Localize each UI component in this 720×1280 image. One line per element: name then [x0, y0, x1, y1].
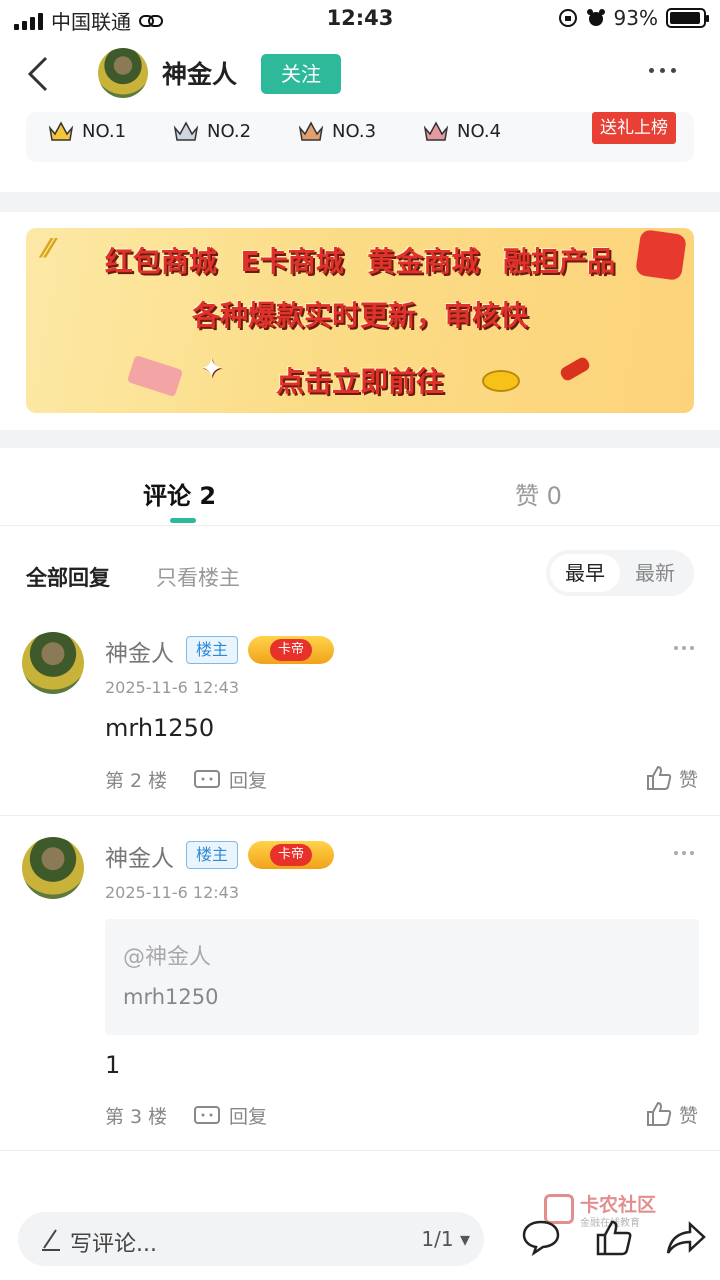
quoted-comment[interactable]: @神金人 mrh1250 [105, 919, 699, 1035]
comment-icon[interactable] [520, 1218, 562, 1256]
quoted-author: @神金人 [123, 945, 212, 970]
comment-text: 1 [105, 1051, 121, 1079]
divider [0, 430, 720, 448]
comment-bubble-icon [194, 769, 220, 788]
level-badge: 卡帝 [248, 841, 334, 869]
quoted-text: mrh1250 [123, 985, 219, 1009]
avatar[interactable] [98, 48, 148, 98]
comment-time: 2025-11-6 12:43 [105, 883, 239, 902]
tab-comments[interactable]: 评论 2 [143, 476, 216, 511]
banner-line-2: 各种爆款实时更新，审核快 [191, 299, 528, 332]
comment-more-icon[interactable] [674, 646, 694, 650]
owner-badge: 楼主 [186, 636, 238, 664]
rank-item-2: NO.2 [173, 120, 251, 142]
filter-all-replies[interactable]: 全部回复 [26, 562, 110, 592]
comment-item: 神金人 楼主 卡帝 2025-11-6 12:43 mrh1250 第 2 楼 … [0, 632, 720, 812]
gift-ranking: NO.1 NO.2 NO.3 NO.4 送礼上榜 [26, 112, 694, 162]
thumbs-up-icon [646, 765, 672, 790]
write-comment-input[interactable]: 写评论... 1/1 ▾ [18, 1212, 484, 1266]
level-badge: 卡帝 [248, 636, 334, 664]
crown-icon [423, 121, 449, 141]
rank-item-3: NO.3 [298, 120, 376, 142]
crown-icon [173, 121, 199, 141]
avatar[interactable] [22, 632, 84, 694]
divider [0, 1150, 720, 1151]
rank-item-1: NO.1 [48, 120, 126, 142]
page-selector[interactable]: 1/1 ▾ [421, 1227, 470, 1251]
status-bar: 中国联通 12:43 93% [0, 0, 720, 36]
coin-icon [482, 370, 520, 392]
share-icon[interactable] [664, 1218, 708, 1258]
pen-icon [42, 1229, 60, 1251]
divider [0, 815, 720, 816]
more-options-icon[interactable] [649, 68, 676, 73]
comment-more-icon[interactable] [674, 851, 694, 855]
bottom-bar: 写评论... 1/1 ▾ [0, 1200, 720, 1280]
like-button[interactable]: 赞 [645, 1100, 698, 1128]
write-comment-placeholder: 写评论... [70, 1232, 157, 1257]
reply-button[interactable]: 回复 [193, 1102, 267, 1129]
thumbs-up-icon [646, 1101, 672, 1126]
gift-button[interactable]: 送礼上榜 [592, 112, 676, 144]
floor-number: 第 3 楼 [105, 1106, 168, 1128]
comment-author[interactable]: 神金人 [105, 839, 174, 873]
sort-earliest-button[interactable]: 最早 [550, 554, 620, 592]
tab-likes[interactable]: 赞 0 [515, 476, 562, 511]
post-header: 神金人 关注 [0, 40, 720, 110]
reply-button[interactable]: 回复 [193, 766, 267, 793]
avatar[interactable] [22, 837, 84, 899]
sort-latest-button[interactable]: 最新 [620, 554, 690, 592]
follow-button[interactable]: 关注 [261, 54, 341, 94]
filter-owner-only[interactable]: 只看楼主 [156, 562, 240, 592]
divider [0, 192, 720, 212]
tab-bar: 评论 2 赞 0 [0, 448, 720, 526]
sort-toggle: 最早 最新 [546, 550, 694, 596]
crown-icon [48, 121, 74, 141]
filter-row: 全部回复 只看楼主 最早 最新 [0, 550, 720, 598]
battery-icon [666, 8, 709, 28]
battery-percent: 93% [613, 6, 658, 30]
comment-text: mrh1250 [105, 714, 215, 742]
crown-icon [298, 121, 324, 141]
floor-number: 第 2 楼 [105, 770, 168, 792]
promo-banner[interactable]: ⁄⁄ 红包商城 E卡商城 黄金商城 融担产品 各种爆款实时更新，审核快 ✦ 点击… [26, 228, 694, 413]
like-icon[interactable] [594, 1218, 634, 1258]
alarm-icon [586, 9, 605, 26]
comment-author[interactable]: 神金人 [105, 634, 174, 668]
owner-badge: 楼主 [186, 841, 238, 869]
rotation-lock-icon [558, 9, 577, 27]
comment-time: 2025-11-6 12:43 [105, 678, 239, 697]
banner-line-1: 红包商城 E卡商城 黄金商城 融担产品 [104, 245, 616, 278]
author-name[interactable]: 神金人 [162, 55, 237, 91]
rank-item-4: NO.4 [423, 120, 501, 142]
like-button[interactable]: 赞 [645, 764, 698, 792]
comment-bubble-icon [194, 1105, 220, 1124]
tab-indicator [170, 518, 196, 523]
banner-cta: 点击立即前往 [275, 365, 444, 398]
back-arrow-icon[interactable] [22, 54, 58, 94]
comment-item: 神金人 楼主 卡帝 2025-11-6 12:43 @神金人 mrh1250 1… [0, 837, 720, 1137]
